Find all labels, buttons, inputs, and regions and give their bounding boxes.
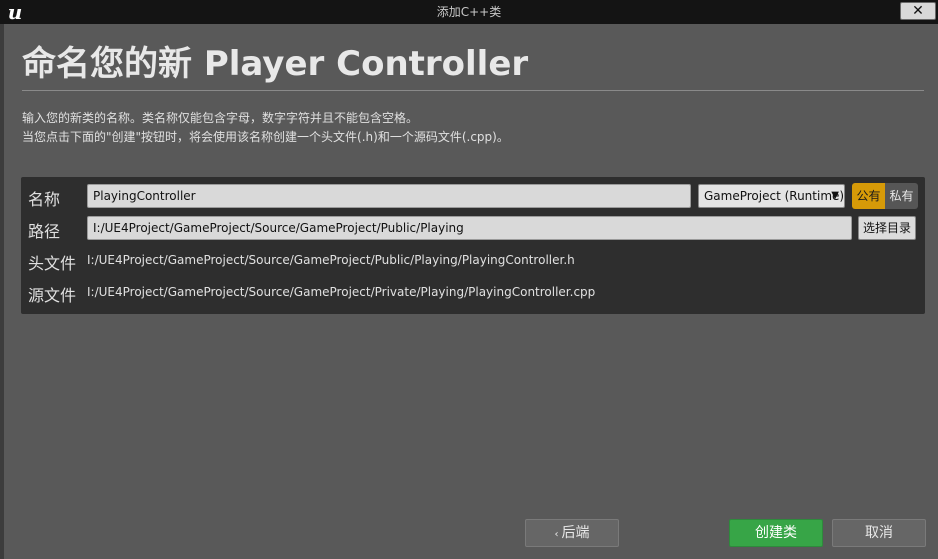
- window-frame: [0, 24, 4, 559]
- public-toggle-button[interactable]: 公有: [852, 183, 885, 209]
- header-file-label: 头文件: [28, 254, 77, 273]
- visibility-toggle: 公有 私有: [852, 183, 918, 209]
- chevron-down-icon: ▼: [831, 190, 839, 201]
- source-file-path: I:/UE4Project/GameProject/Source/GamePro…: [87, 285, 596, 299]
- description-line-2: 当您点击下面的"创建"按钮时，将会使用该名称创建一个头文件(.h)和一个源码文件…: [22, 130, 509, 144]
- module-dropdown-value: GameProject (Runtime): [704, 189, 845, 203]
- window-title: 添加C++类: [436, 5, 502, 19]
- class-name-input[interactable]: PlayingController: [87, 184, 691, 208]
- page-title: 命名您的新 Player Controller: [22, 44, 529, 84]
- back-button-label: 后端: [561, 525, 590, 541]
- create-class-button[interactable]: 创建类: [729, 519, 823, 547]
- name-label: 名称: [28, 190, 61, 209]
- private-toggle-button[interactable]: 私有: [885, 183, 918, 209]
- description-line-1: 输入您的新类的名称。类名称仅能包含字母，数字字符并且不能包含空格。: [22, 111, 419, 125]
- heading-divider: [22, 90, 924, 91]
- choose-directory-button[interactable]: 选择目录: [858, 216, 916, 240]
- close-button[interactable]: ✕: [900, 2, 936, 20]
- module-dropdown[interactable]: GameProject (Runtime) ▼: [698, 184, 845, 208]
- title-bar: u 添加C++类 ✕: [0, 0, 938, 24]
- cancel-button[interactable]: 取消: [832, 519, 926, 547]
- chevron-left-icon: ‹: [554, 529, 559, 540]
- path-label: 路径: [28, 222, 61, 241]
- source-file-label: 源文件: [28, 286, 77, 305]
- path-input[interactable]: I:/UE4Project/GameProject/Source/GamePro…: [87, 216, 852, 240]
- back-button[interactable]: ‹ 后端: [525, 519, 619, 547]
- class-settings-panel: 名称 PlayingController GameProject (Runtim…: [21, 177, 925, 314]
- header-file-path: I:/UE4Project/GameProject/Source/GamePro…: [87, 253, 575, 267]
